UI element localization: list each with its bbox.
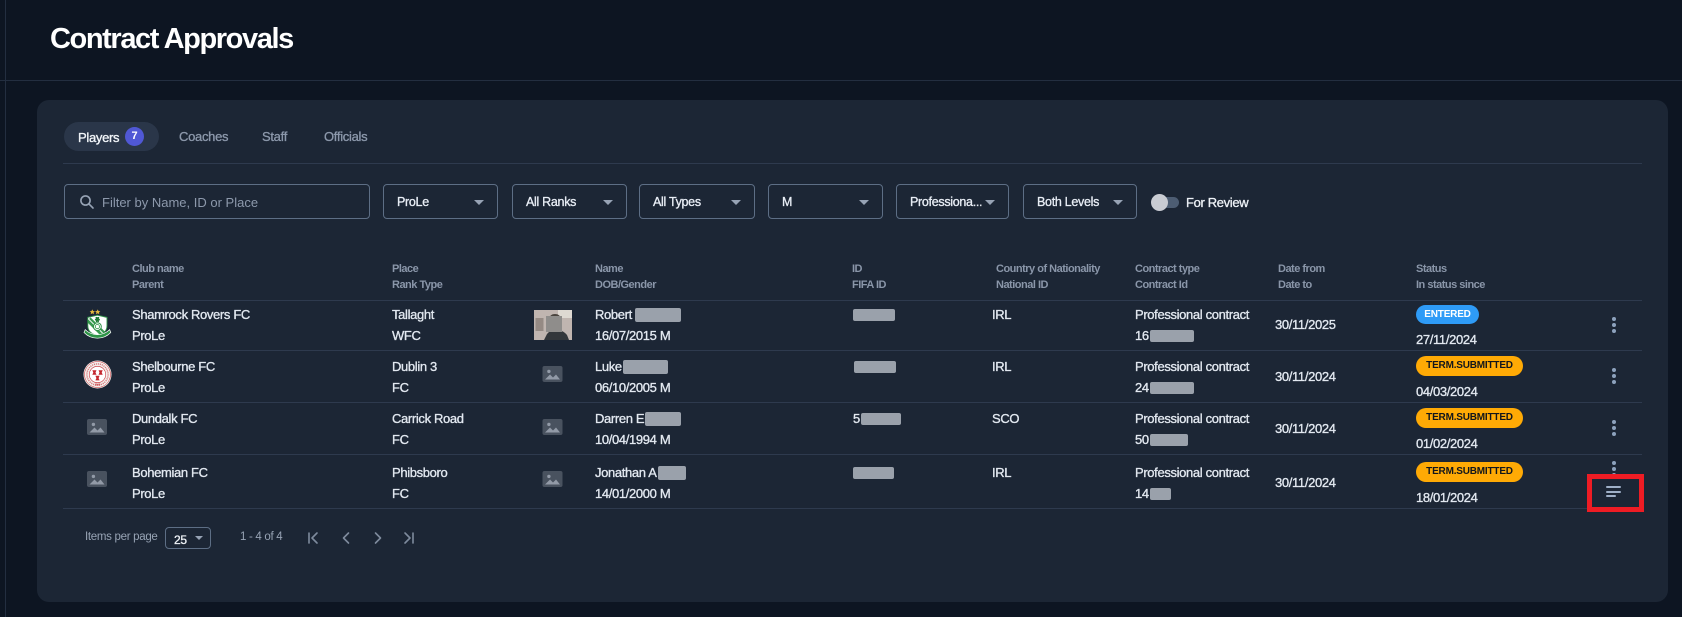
svg-text:1895: 1895 bbox=[95, 383, 101, 387]
